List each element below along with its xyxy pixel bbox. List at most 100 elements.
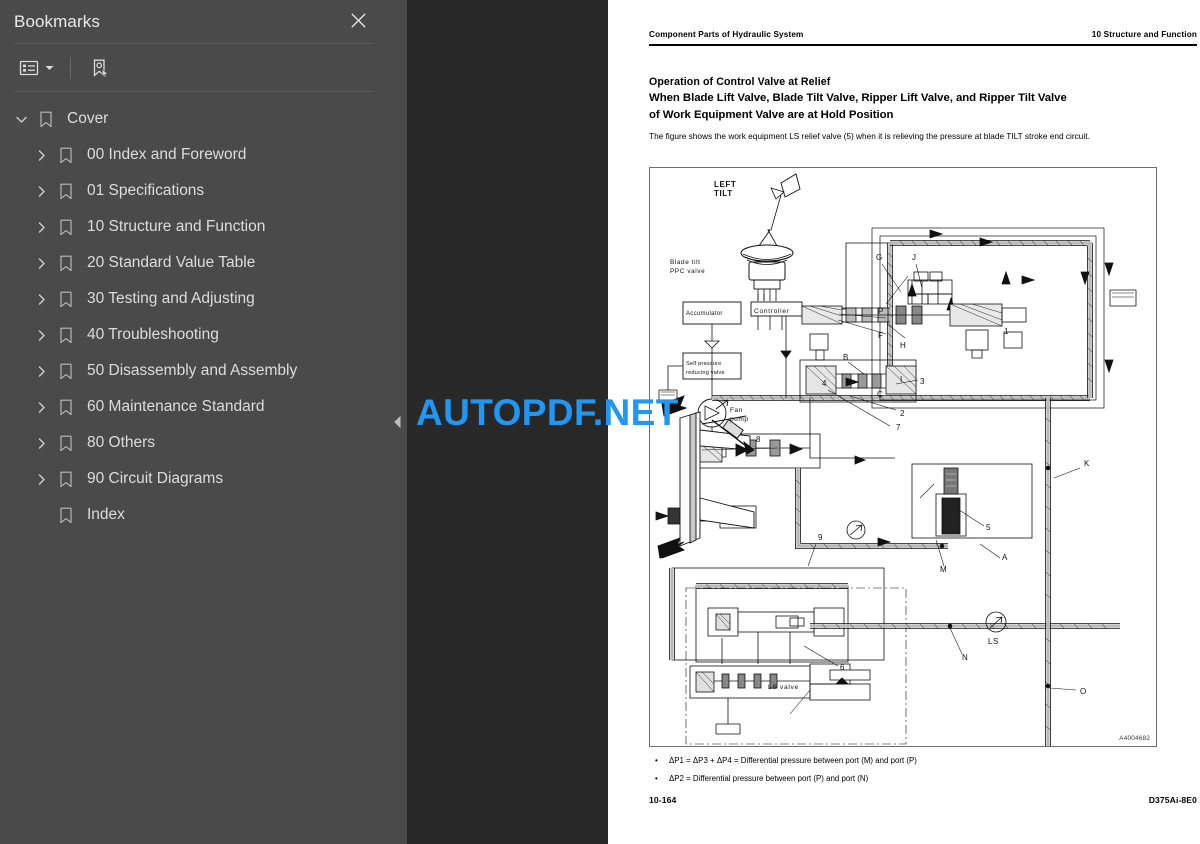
bookmark-label: 40 Troubleshooting (87, 326, 219, 343)
bookmark-icon (60, 219, 72, 235)
svg-text:Fan: Fan (730, 407, 743, 414)
bookmark-label: 30 Testing and Adjusting (87, 290, 255, 307)
chevron-right-icon (38, 365, 45, 377)
bookmark-label: 80 Others (87, 434, 156, 451)
bookmark-item[interactable]: 80 Others (0, 425, 387, 461)
svg-text:5: 5 (986, 523, 991, 532)
expand-toggle-closed[interactable] (28, 257, 54, 270)
svg-text:O: O (1080, 687, 1086, 696)
page-number: 10-164 (649, 795, 677, 805)
bookmark-icon (54, 507, 78, 524)
bookmark-icon (54, 435, 78, 452)
bookmark-item[interactable]: 50 Disassembly and Assembly (0, 353, 387, 389)
svg-text:F: F (878, 331, 883, 340)
bookmark-item[interactable]: 20 Standard Value Table (0, 245, 387, 281)
bookmark-item[interactable]: 30 Testing and Adjusting (0, 281, 387, 317)
svg-text:P: P (878, 307, 883, 316)
bookmark-label: 60 Maintenance Standard (87, 398, 265, 415)
bookmark-tree[interactable]: Cover 00 Index and Foreword 01 Specificati… (0, 96, 387, 844)
expand-toggle-closed[interactable] (28, 293, 54, 306)
expand-toggle-closed[interactable] (28, 437, 54, 450)
chevron-right-icon (38, 257, 45, 269)
svg-text:N: N (962, 653, 968, 662)
expand-toggle-closed[interactable] (28, 149, 54, 162)
expand-toggle-open[interactable] (8, 113, 34, 126)
svg-text:PPC valve: PPC valve (670, 268, 705, 275)
bookmark-item[interactable]: 90 Circuit Diagrams (0, 461, 387, 497)
svg-text:6: 6 (840, 663, 845, 672)
expand-toggle-closed[interactable] (28, 401, 54, 414)
chevron-right-icon (38, 149, 45, 161)
bookmark-item[interactable]: Index (0, 497, 387, 533)
note-bullet: • (655, 756, 658, 765)
bookmark-options-button[interactable] (14, 53, 58, 83)
panel-collapse-handle[interactable] (387, 0, 407, 844)
note-bullet: • (655, 774, 658, 783)
figure-notes: • ΔP1 = ΔP3 + ΔP4 = Differential pressur… (649, 756, 1197, 792)
bookmark-icon (54, 327, 78, 344)
svg-text:3: 3 (920, 377, 925, 386)
svg-text:2: 2 (900, 409, 905, 418)
bookmark-icon (60, 507, 72, 523)
bookmark-item[interactable]: 40 Troubleshooting (0, 317, 387, 353)
bookmark-icon (60, 183, 72, 199)
bookmark-label: 20 Standard Value Table (87, 254, 256, 271)
expand-toggle-closed[interactable] (28, 221, 54, 234)
bookmark-icon (34, 111, 58, 128)
close-icon (351, 13, 365, 27)
bookmark-icon (60, 363, 72, 379)
close-panel-button[interactable] (343, 5, 373, 35)
chevron-right-icon (38, 185, 45, 197)
bookmark-icon (54, 219, 78, 236)
bookmark-icon (60, 471, 72, 487)
bookmark-icon (60, 291, 72, 307)
page-footer: 10-164 D375Ai-8E0 (649, 795, 1197, 805)
bookmark-label: 00 Index and Foreword (87, 146, 247, 163)
svg-text:Self pressure: Self pressure (686, 361, 722, 367)
model-code: D375Ai-8E0 (1148, 795, 1197, 805)
note-item: • ΔP1 = ΔP3 + ΔP4 = Differential pressur… (649, 756, 1197, 766)
svg-text:TILT: TILT (714, 189, 733, 198)
bookmark-item[interactable]: 00 Index and Foreword (0, 137, 387, 173)
svg-text:pump: pump (730, 416, 749, 423)
bookmark-label: 01 Specifications (87, 182, 205, 199)
svg-text:J: J (912, 253, 916, 262)
chevron-down-icon (45, 65, 54, 70)
page-title-line-3: of Work Equipment Valve are at Hold Posi… (649, 108, 894, 121)
panel-title: Bookmarks (14, 12, 100, 31)
bookmark-icon (54, 291, 78, 308)
svg-text:B: B (843, 353, 848, 362)
svg-text:A: A (1002, 553, 1008, 562)
new-bookmark-button[interactable] (85, 53, 115, 83)
pdf-page: Component Parts of Hydraulic System 10 S… (608, 0, 1200, 844)
svg-text:H: H (900, 341, 906, 350)
chevron-right-icon (38, 293, 45, 305)
expand-toggle-closed[interactable] (28, 365, 54, 378)
bookmarks-toolbar (0, 44, 387, 91)
figure-drawing-number: A4004682 (1119, 735, 1150, 742)
bookmark-icon (54, 183, 78, 200)
bookmark-label: 90 Circuit Diagrams (87, 470, 224, 487)
pdf-viewer-canvas[interactable]: Component Parts of Hydraulic System 10 S… (407, 0, 1200, 844)
svg-text:7: 7 (896, 423, 901, 432)
chevron-right-icon (38, 473, 45, 485)
bookmark-icon (60, 399, 72, 415)
bookmark-item[interactable]: Cover (0, 101, 387, 137)
bookmark-item[interactable]: 01 Specifications (0, 173, 387, 209)
bookmark-icon (40, 111, 52, 127)
new-bookmark-icon (93, 59, 109, 78)
svg-text:M: M (940, 565, 947, 574)
bookmarks-sidebar: Bookmarks Cover 00 Index and Foreword 01… (0, 0, 387, 844)
bookmark-label: 50 Disassembly and Assembly (87, 362, 298, 379)
bookmark-item[interactable]: 10 Structure and Function (0, 209, 387, 245)
bookmark-icon (54, 471, 78, 488)
note-text: ΔP1 = ΔP3 + ΔP4 = Differential pressure … (669, 756, 917, 765)
expand-toggle-closed[interactable] (28, 185, 54, 198)
bookmark-item[interactable]: 60 Maintenance Standard (0, 389, 387, 425)
svg-text:I: I (900, 375, 902, 384)
chevron-right-icon (38, 401, 45, 413)
expand-toggle-closed[interactable] (28, 473, 54, 486)
expand-toggle-closed[interactable] (28, 329, 54, 342)
running-head-rule (649, 44, 1197, 47)
bookmark-label: Cover (67, 110, 109, 127)
